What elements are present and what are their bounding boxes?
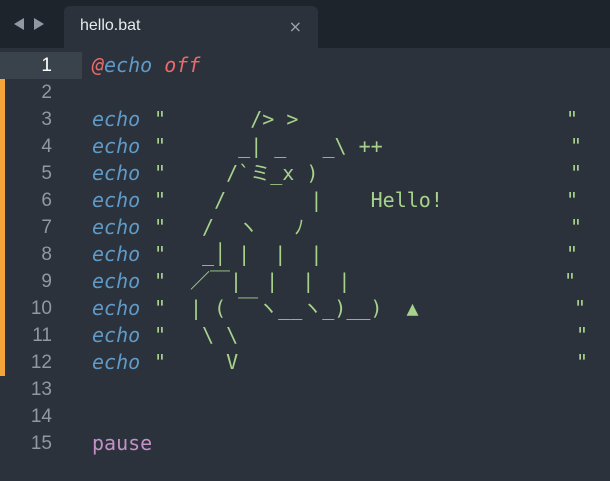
- code-line: 6 echo " / | Hello! ": [0, 187, 610, 214]
- code-line: 5 echo " /`ミ_x ) ": [0, 160, 610, 187]
- close-quote: ": [566, 107, 579, 131]
- line-number: 12: [30, 352, 52, 373]
- echo-keyword: echo: [92, 134, 141, 158]
- open-quote: ": [154, 323, 167, 347]
- echo-keyword: echo: [92, 161, 141, 185]
- close-quote: ": [576, 350, 589, 374]
- close-quote: ": [564, 269, 577, 293]
- line-number: 13: [30, 379, 52, 400]
- tab-hello-bat[interactable]: hello.bat ×: [64, 6, 318, 48]
- open-quote: ": [154, 350, 167, 374]
- ascii-art-text: /> >: [190, 107, 299, 131]
- open-quote: ": [154, 242, 167, 266]
- open-quote: ": [154, 296, 167, 320]
- line-number: 3: [41, 109, 52, 130]
- code-line: 10 echo " | ( ￣ヽ__ヽ_)__) ▲ ": [0, 295, 610, 322]
- code-line: 11 echo " \ \ ": [0, 322, 610, 349]
- code-line: 14: [0, 403, 610, 430]
- echo-keyword: echo: [92, 296, 141, 320]
- line-number: 9: [41, 271, 52, 292]
- close-quote: ": [566, 188, 579, 212]
- code-line: 1 @echo off: [0, 52, 610, 79]
- ascii-art-text: | ( ￣ヽ__ヽ_)__) ▲: [190, 296, 419, 320]
- ascii-art-text: /`ミ_x ): [190, 161, 319, 185]
- ascii-art-text: V: [190, 350, 239, 374]
- open-quote: ": [154, 107, 167, 131]
- code-editor[interactable]: 1 @echo off 2 3 echo " /> > " 4 echo " _…: [0, 52, 610, 481]
- line-number: 11: [32, 325, 52, 346]
- code-line: 8 echo " _│ | | | ": [0, 241, 610, 268]
- line-number: 1: [41, 55, 52, 76]
- code-line: 2: [0, 79, 610, 106]
- close-quote: ": [576, 323, 589, 347]
- ascii-art-text: _| _ _\ ++: [190, 134, 383, 158]
- close-quote: ": [566, 242, 579, 266]
- code-line: 15 pause: [0, 430, 610, 457]
- chevron-left-icon[interactable]: [12, 16, 26, 32]
- code-line: 4 echo " _| _ _\ ++ ": [0, 133, 610, 160]
- code-line: 7 echo " / ヽ ﾉ ": [0, 214, 610, 241]
- code-line: 12 echo " V ": [0, 349, 610, 376]
- off-keyword: off: [152, 53, 201, 77]
- close-icon[interactable]: ×: [289, 17, 302, 36]
- chevron-right-icon[interactable]: [32, 16, 46, 32]
- code-line: 3 echo " /> > ": [0, 106, 610, 133]
- open-quote: ": [154, 134, 167, 158]
- line-number: 14: [30, 406, 52, 427]
- pause-command: pause: [92, 431, 153, 455]
- line-number: 7: [41, 217, 52, 238]
- echo-keyword: echo: [92, 350, 141, 374]
- ascii-art-text: _│ | | |: [190, 242, 323, 266]
- echo-keyword: echo: [92, 242, 141, 266]
- close-quote: ": [570, 215, 583, 239]
- ascii-art-text: / | Hello!: [190, 188, 443, 212]
- code-line: 9 echo " ／￣| | | | ": [0, 268, 610, 295]
- line-number: 4: [41, 136, 52, 157]
- line-number: 8: [41, 244, 52, 265]
- ascii-art-text: ／￣| | | |: [190, 269, 351, 293]
- echo-keyword: echo: [92, 269, 141, 293]
- code-line: 13: [0, 376, 610, 403]
- echo-keyword: echo: [92, 215, 141, 239]
- line-number: 6: [41, 190, 52, 211]
- ascii-art-text: / ヽ ﾉ: [190, 215, 305, 239]
- echo-keyword: echo: [92, 188, 141, 212]
- close-quote: ": [570, 134, 583, 158]
- at-symbol: @: [92, 53, 105, 77]
- open-quote: ": [154, 215, 167, 239]
- tab-navigation: [12, 14, 46, 34]
- tab-bar: hello.bat ×: [0, 0, 610, 48]
- close-quote: ": [570, 161, 583, 185]
- tab-title: hello.bat: [80, 17, 141, 34]
- code-text: @echo off: [92, 52, 200, 79]
- open-quote: ": [154, 188, 167, 212]
- open-quote: ": [154, 269, 167, 293]
- open-quote: ": [154, 161, 167, 185]
- echo-keyword: echo: [92, 107, 141, 131]
- line-number: 10: [30, 298, 52, 319]
- line-number: 15: [30, 433, 52, 454]
- ascii-art-text: \ \: [190, 323, 239, 347]
- line-number: 5: [41, 163, 52, 184]
- echo-keyword: echo: [92, 323, 141, 347]
- echo-keyword: echo: [104, 53, 153, 77]
- line-number: 2: [41, 82, 52, 103]
- close-quote: ": [574, 296, 587, 320]
